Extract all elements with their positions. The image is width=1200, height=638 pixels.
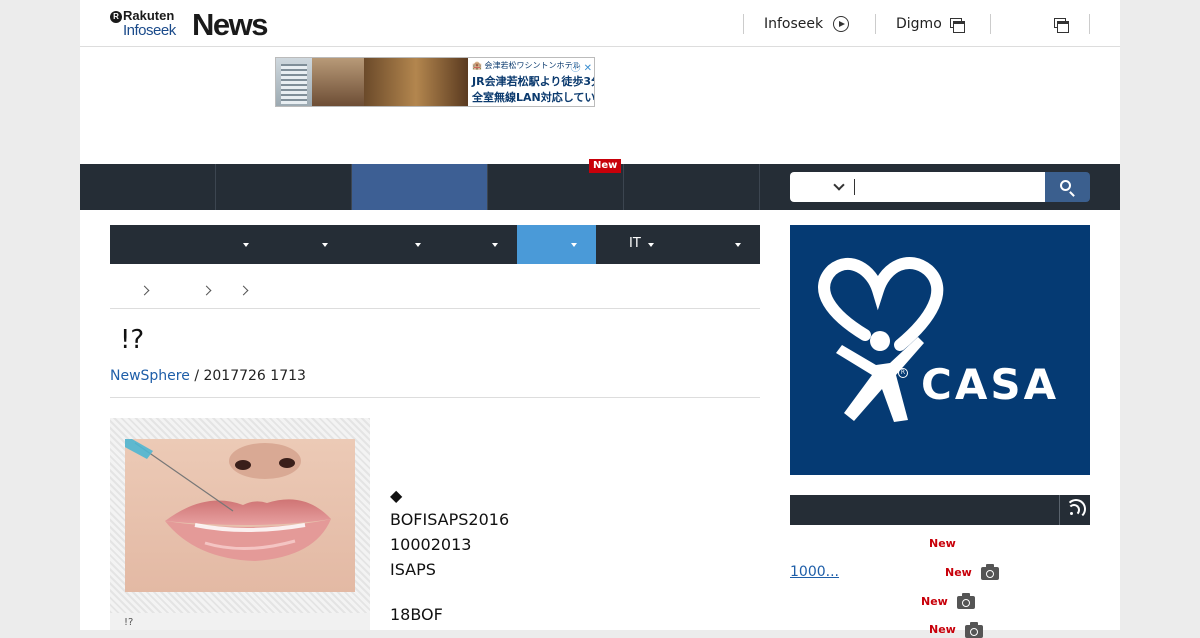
text-cursor — [854, 179, 855, 195]
header-link-label: Infoseek — [764, 16, 824, 32]
search-icon — [1060, 180, 1071, 191]
registered-mark: R — [898, 368, 908, 378]
image-caption: !? — [110, 613, 370, 630]
subnav-item-it[interactable]: IT — [596, 225, 666, 264]
new-label: New — [929, 537, 956, 550]
subnav-it-label: IT — [629, 236, 641, 251]
article-line: 18BOF — [390, 605, 443, 624]
chevron-down-icon[interactable] — [833, 179, 845, 191]
site-header: R Rakuten Infoseek News Infoseek Digmo — [80, 0, 1120, 47]
chevron-right-icon — [201, 285, 212, 296]
camera-icon — [981, 564, 999, 580]
new-badge: New — [589, 159, 622, 173]
dropdown-arrow-icon — [492, 243, 498, 247]
article-title: !? — [120, 325, 145, 355]
article-meta: NewSphere / 2017726 1713 — [110, 368, 306, 384]
ad-headline: JR会津若松駅より徒歩3分。 — [472, 75, 594, 88]
header-link-digmo[interactable]: Digmo — [875, 14, 990, 34]
dropdown-arrow-icon — [571, 243, 577, 247]
subnav-item-active[interactable] — [517, 225, 596, 264]
ad-subline: 全室無線LAN対応しています。 — [472, 91, 595, 104]
new-label: New — [921, 595, 948, 608]
category-tab-active[interactable] — [352, 164, 488, 210]
window-icon — [1054, 18, 1069, 33]
dropdown-arrow-icon — [322, 243, 328, 247]
subnav-item[interactable] — [260, 225, 340, 264]
logo-rakuten: R Rakuten — [110, 8, 174, 23]
sub-category-nav: IT — [110, 225, 760, 264]
article-line: BOFISAPS2016 — [390, 510, 510, 529]
casa-heart-figure-logo — [818, 256, 944, 422]
category-tab[interactable] — [624, 164, 760, 210]
publish-date: / 2017726 1713 — [194, 368, 306, 384]
divider — [110, 397, 760, 398]
chevron-right-icon — [139, 285, 150, 296]
search-bar — [790, 172, 1090, 202]
source-link[interactable]: NewSphere — [110, 368, 190, 384]
logo-news: News — [192, 7, 268, 42]
header-link-label: Digmo — [896, 16, 942, 32]
casa-wordmark: CASA — [921, 360, 1060, 409]
camera-icon — [957, 593, 975, 609]
ranking-header — [790, 495, 1090, 525]
rss-icon-arc — [1066, 499, 1086, 519]
circle-arrow-icon — [833, 16, 849, 32]
dropdown-arrow-icon — [735, 243, 741, 247]
category-tab[interactable] — [80, 164, 216, 210]
header-link-external[interactable] — [990, 14, 1090, 34]
window-icon — [950, 18, 965, 33]
category-tab[interactable] — [216, 164, 352, 210]
subnav-item[interactable] — [420, 225, 517, 264]
subnav-item[interactable] — [110, 225, 260, 264]
header-link-infoseek[interactable]: Infoseek — [743, 14, 875, 34]
ranking-item-link[interactable]: 1000... — [790, 564, 839, 580]
subnav-item[interactable] — [340, 225, 421, 264]
lips-injection-photo — [125, 439, 355, 592]
article-line: 10002013 — [390, 535, 472, 554]
dropdown-arrow-icon — [648, 243, 654, 247]
ad-hotel-name: 🏨 会津若松ワシントンホテル — [472, 61, 581, 70]
hotel-lobby-image — [364, 58, 468, 106]
rss-button[interactable] — [1059, 495, 1090, 525]
page: R Rakuten Infoseek News Infoseek Digmo 🏨 … — [80, 0, 1120, 638]
search-input[interactable] — [790, 172, 1045, 202]
subnav-item[interactable] — [666, 225, 760, 264]
banner-ad[interactable]: 🏨 会津若松ワシントンホテル JR会津若松駅より徒歩3分。 全室無線LAN対応し… — [275, 57, 595, 107]
search-button[interactable] — [1045, 172, 1090, 202]
hotel-room-image — [312, 58, 364, 106]
chevron-right-icon — [238, 285, 249, 296]
new-label: New — [945, 566, 972, 579]
article-image-frame[interactable] — [110, 418, 370, 613]
casa-ad[interactable]: R CASA — [790, 225, 1090, 475]
hotel-building-image — [276, 58, 312, 106]
camera-icon — [965, 622, 983, 638]
article-line: ◆ — [390, 486, 403, 505]
logo-infoseek: Infoseek — [123, 22, 176, 39]
breadcrumb — [110, 280, 760, 309]
ad-close-icon[interactable]: ⓘ ✕ — [570, 59, 592, 74]
article-line: ISAPS — [390, 560, 436, 579]
dropdown-arrow-icon — [243, 243, 249, 247]
